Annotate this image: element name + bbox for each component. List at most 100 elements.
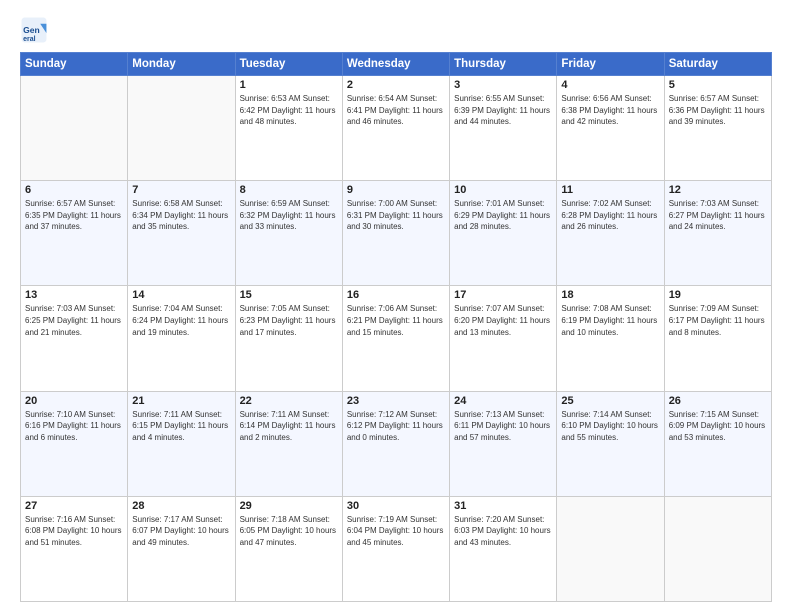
calendar-cell: 9 Sunrise: 7:00 AM Sunset: 6:31 PM Daylig…: [342, 181, 449, 286]
calendar-cell: 4Sunrise: 6:56 AM Sunset: 6:38 PM Daylig…: [557, 76, 664, 181]
day-info: Sunrise: 7:20 AM Sunset: 6:03 PM Dayligh…: [454, 514, 552, 549]
day-info: Sunrise: 7:07 AM Sunset: 6:20 PM Dayligh…: [454, 303, 552, 338]
day-info: Sunrise: 7:05 AM Sunset: 6:23 PM Dayligh…: [240, 303, 338, 338]
day-number: 7: [132, 184, 230, 196]
day-info: Sunrise: 6:58 AM Sunset: 6:34 PM Dayligh…: [132, 198, 230, 233]
calendar-header-friday: Friday: [557, 53, 664, 76]
day-info: Sunrise: 7:03 AM Sunset: 6:25 PM Dayligh…: [25, 303, 123, 338]
calendar-cell: 5Sunrise: 6:57 AM Sunset: 6:36 PM Daylig…: [664, 76, 771, 181]
day-info: Sunrise: 7:16 AM Sunset: 6:08 PM Dayligh…: [25, 514, 123, 549]
day-info: Sunrise: 7:00 AM Sunset: 6:31 PM Dayligh…: [347, 198, 445, 233]
day-info: Sunrise: 7:12 AM Sunset: 6:12 PM Dayligh…: [347, 409, 445, 444]
day-number: 19: [669, 289, 767, 301]
calendar-cell: 1 Sunrise: 6:53 AM Sunset: 6:42 PM Daylig…: [235, 76, 342, 181]
day-number: 6: [25, 184, 123, 196]
svg-text:Gen: Gen: [23, 25, 40, 35]
day-info: Sunrise: 7:19 AM Sunset: 6:04 PM Dayligh…: [347, 514, 445, 549]
day-info: Sunrise: 6:53 AM Sunset: 6:42 PM Dayligh…: [240, 93, 338, 128]
calendar-cell: 19 Sunrise: 7:09 AM Sunset: 6:17 PM Dayli…: [664, 286, 771, 391]
calendar-cell: 25Sunrise: 7:14 AM Sunset: 6:10 PM Dayli…: [557, 391, 664, 496]
day-number: 15: [240, 289, 338, 301]
day-info: Sunrise: 7:09 AM Sunset: 6:17 PM Dayligh…: [669, 303, 767, 338]
calendar-cell: 24 Sunrise: 7:13 AM Sunset: 6:11 PM Dayli…: [450, 391, 557, 496]
day-number: 20: [25, 395, 123, 407]
calendar-cell: [664, 496, 771, 601]
day-number: 17: [454, 289, 552, 301]
day-number: 16: [347, 289, 445, 301]
day-number: 25: [561, 395, 659, 407]
calendar-cell: 14 Sunrise: 7:04 AM Sunset: 6:24 PM Dayli…: [128, 286, 235, 391]
calendar-cell: 30 Sunrise: 7:19 AM Sunset: 6:04 PM Dayli…: [342, 496, 449, 601]
day-info: Sunrise: 7:10 AM Sunset: 6:16 PM Dayligh…: [25, 409, 123, 444]
calendar-cell: 15 Sunrise: 7:05 AM Sunset: 6:23 PM Dayli…: [235, 286, 342, 391]
calendar-cell: 28 Sunrise: 7:17 AM Sunset: 6:07 PM Dayli…: [128, 496, 235, 601]
calendar-week-1: 1 Sunrise: 6:53 AM Sunset: 6:42 PM Daylig…: [21, 76, 772, 181]
day-number: 14: [132, 289, 230, 301]
calendar-week-5: 27 Sunrise: 7:16 AM Sunset: 6:08 PM Dayli…: [21, 496, 772, 601]
day-info: Sunrise: 7:18 AM Sunset: 6:05 PM Dayligh…: [240, 514, 338, 549]
calendar-cell: 12 Sunrise: 7:03 AM Sunset: 6:27 PM Dayli…: [664, 181, 771, 286]
day-number: 21: [132, 395, 230, 407]
day-info: Sunrise: 7:01 AM Sunset: 6:29 PM Dayligh…: [454, 198, 552, 233]
day-number: 18: [561, 289, 659, 301]
calendar-cell: [128, 76, 235, 181]
svg-text:eral: eral: [23, 36, 36, 43]
calendar-cell: 31 Sunrise: 7:20 AM Sunset: 6:03 PM Dayli…: [450, 496, 557, 601]
calendar-cell: 10 Sunrise: 7:01 AM Sunset: 6:29 PM Dayli…: [450, 181, 557, 286]
calendar-week-4: 20 Sunrise: 7:10 AM Sunset: 6:16 PM Dayli…: [21, 391, 772, 496]
day-info: Sunrise: 6:56 AM Sunset: 6:38 PM Dayligh…: [561, 93, 659, 128]
logo: Gen eral: [20, 16, 52, 44]
calendar-cell: 11Sunrise: 7:02 AM Sunset: 6:28 PM Dayli…: [557, 181, 664, 286]
calendar-cell: 8Sunrise: 6:59 AM Sunset: 6:32 PM Daylig…: [235, 181, 342, 286]
logo-icon: Gen eral: [20, 16, 48, 44]
day-info: Sunrise: 6:55 AM Sunset: 6:39 PM Dayligh…: [454, 93, 552, 128]
day-info: Sunrise: 7:04 AM Sunset: 6:24 PM Dayligh…: [132, 303, 230, 338]
day-info: Sunrise: 7:13 AM Sunset: 6:11 PM Dayligh…: [454, 409, 552, 444]
day-number: 2: [347, 79, 445, 91]
day-number: 10: [454, 184, 552, 196]
day-number: 13: [25, 289, 123, 301]
day-number: 28: [132, 500, 230, 512]
calendar-cell: 6 Sunrise: 6:57 AM Sunset: 6:35 PM Daylig…: [21, 181, 128, 286]
calendar-cell: 3 Sunrise: 6:55 AM Sunset: 6:39 PM Daylig…: [450, 76, 557, 181]
calendar-cell: 21 Sunrise: 7:11 AM Sunset: 6:15 PM Dayli…: [128, 391, 235, 496]
calendar-header-saturday: Saturday: [664, 53, 771, 76]
day-number: 22: [240, 395, 338, 407]
day-info: Sunrise: 6:57 AM Sunset: 6:35 PM Dayligh…: [25, 198, 123, 233]
day-number: 23: [347, 395, 445, 407]
day-number: 3: [454, 79, 552, 91]
calendar-cell: 27 Sunrise: 7:16 AM Sunset: 6:08 PM Dayli…: [21, 496, 128, 601]
page: Gen eral SundayMondayTuesdayWednesdayThu…: [0, 0, 792, 612]
calendar-cell: 17 Sunrise: 7:07 AM Sunset: 6:20 PM Dayli…: [450, 286, 557, 391]
calendar-cell: 16 Sunrise: 7:06 AM Sunset: 6:21 PM Dayli…: [342, 286, 449, 391]
calendar-table: SundayMondayTuesdayWednesdayThursdayFrid…: [20, 52, 772, 602]
day-info: Sunrise: 7:08 AM Sunset: 6:19 PM Dayligh…: [561, 303, 659, 338]
day-info: Sunrise: 7:06 AM Sunset: 6:21 PM Dayligh…: [347, 303, 445, 338]
calendar-week-3: 13 Sunrise: 7:03 AM Sunset: 6:25 PM Dayli…: [21, 286, 772, 391]
day-number: 31: [454, 500, 552, 512]
day-number: 24: [454, 395, 552, 407]
day-info: Sunrise: 7:17 AM Sunset: 6:07 PM Dayligh…: [132, 514, 230, 549]
day-number: 30: [347, 500, 445, 512]
calendar-cell: 18 Sunrise: 7:08 AM Sunset: 6:19 PM Dayli…: [557, 286, 664, 391]
calendar-cell: 22 Sunrise: 7:11 AM Sunset: 6:14 PM Dayli…: [235, 391, 342, 496]
day-info: Sunrise: 7:03 AM Sunset: 6:27 PM Dayligh…: [669, 198, 767, 233]
day-number: 27: [25, 500, 123, 512]
day-number: 8: [240, 184, 338, 196]
day-number: 9: [347, 184, 445, 196]
day-info: Sunrise: 7:11 AM Sunset: 6:14 PM Dayligh…: [240, 409, 338, 444]
day-info: Sunrise: 7:11 AM Sunset: 6:15 PM Dayligh…: [132, 409, 230, 444]
day-info: Sunrise: 7:02 AM Sunset: 6:28 PM Dayligh…: [561, 198, 659, 233]
calendar-header-thursday: Thursday: [450, 53, 557, 76]
day-number: 12: [669, 184, 767, 196]
day-info: Sunrise: 6:54 AM Sunset: 6:41 PM Dayligh…: [347, 93, 445, 128]
calendar-cell: [21, 76, 128, 181]
calendar-cell: 29Sunrise: 7:18 AM Sunset: 6:05 PM Dayli…: [235, 496, 342, 601]
day-number: 5: [669, 79, 767, 91]
day-info: Sunrise: 7:15 AM Sunset: 6:09 PM Dayligh…: [669, 409, 767, 444]
day-number: 1: [240, 79, 338, 91]
calendar-week-2: 6 Sunrise: 6:57 AM Sunset: 6:35 PM Daylig…: [21, 181, 772, 286]
calendar-cell: 13 Sunrise: 7:03 AM Sunset: 6:25 PM Dayli…: [21, 286, 128, 391]
day-number: 26: [669, 395, 767, 407]
calendar-cell: 26 Sunrise: 7:15 AM Sunset: 6:09 PM Dayli…: [664, 391, 771, 496]
